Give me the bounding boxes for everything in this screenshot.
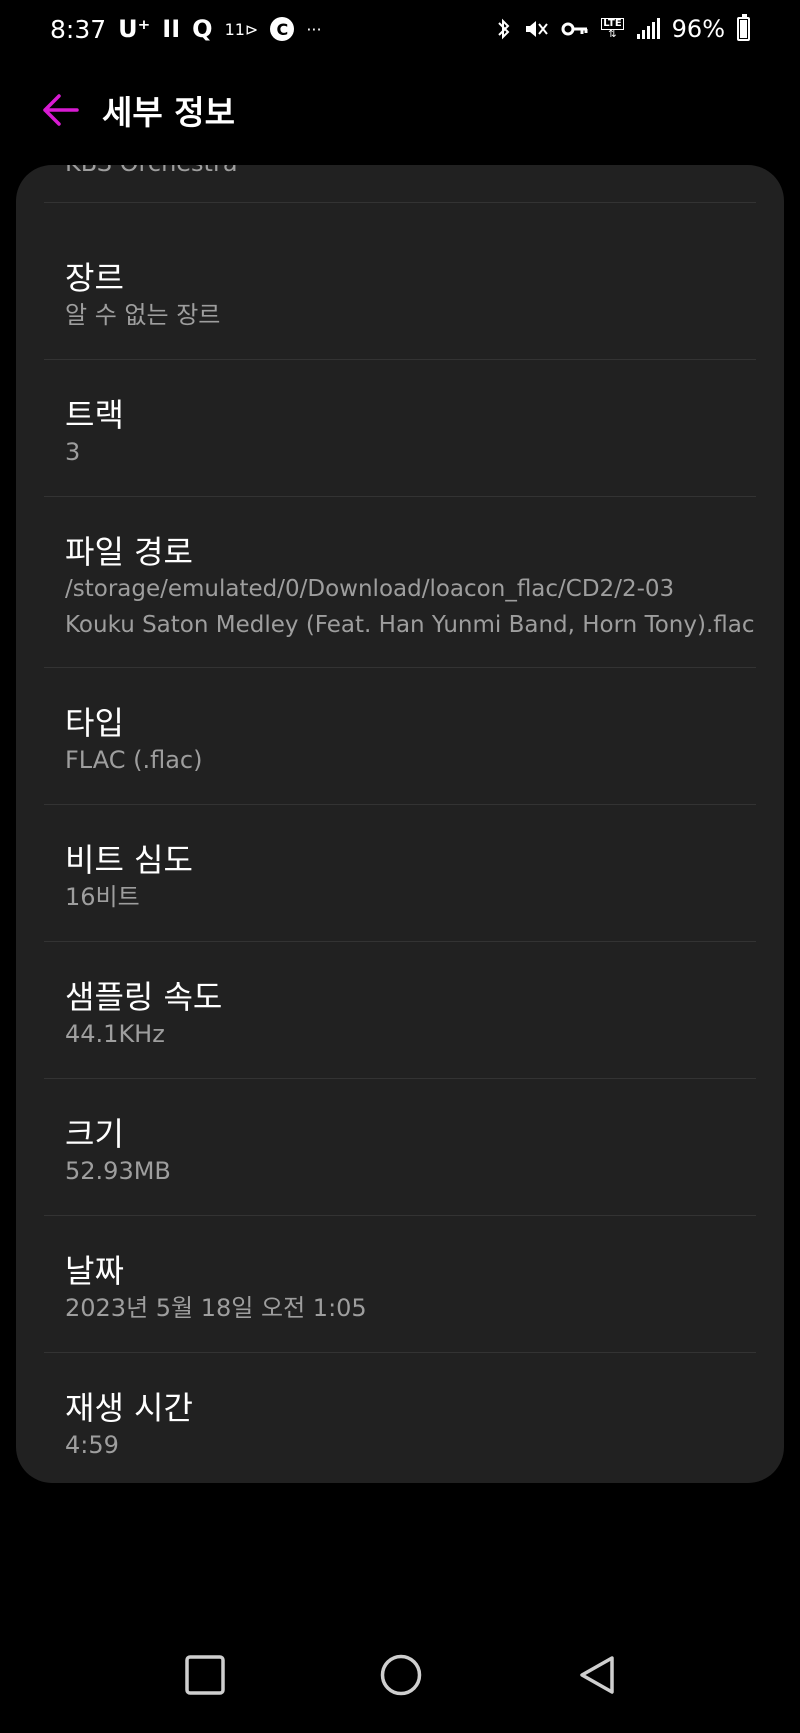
detail-label: 타입 [65,704,124,742]
app-bar: 세부 정보 [0,70,800,150]
c-app-icon: C [270,17,295,41]
mute-icon [526,21,549,37]
page-title: 세부 정보 [102,93,235,132]
detail-label: 재생 시간 [65,1389,193,1427]
status-bar: 8:37 U⁺ II Q 11⊳ C ··· LTE ⇅ 96% [0,0,800,58]
detail-item-artist: KBS Orchestra [44,165,756,203]
status-bar-left: 8:37 U⁺ II Q 11⊳ C ··· [50,15,322,44]
lte-arrows: ⇅ [608,29,617,40]
battery-icon [737,14,750,41]
signal-icon [636,18,660,39]
detail-item-sample-rate: 샘플링 속도 44.1KHz [44,942,756,1079]
back-button[interactable] [30,80,90,140]
carrier-icon: U⁺ [118,15,151,43]
detail-value: 16비트 [65,883,140,911]
detail-value-artist: KBS Orchestra [65,165,238,181]
detail-item-file-path: 파일 경로 /storage/emulated/0/Download/loaco… [44,497,756,668]
nav-back-button[interactable] [562,1640,632,1710]
home-button[interactable] [366,1640,436,1710]
c-app-label: C [276,19,289,39]
back-triangle-icon [580,1656,614,1694]
detail-label: 샘플링 속도 [65,978,223,1016]
detail-label: 파일 경로 [65,533,193,571]
vpn-key-icon [561,22,588,36]
detail-label: 트랙 [65,396,124,434]
recents-square-icon [185,1655,225,1695]
detail-item-bit-depth: 비트 심도 16비트 [44,805,756,942]
pause-icon: II [162,15,181,43]
detail-label: 비트 심도 [65,841,193,879]
detail-value: FLAC (.flac) [65,746,203,774]
bluetooth-icon [498,18,510,40]
detail-label: 장르 [65,259,124,297]
detail-item-duration: 재생 시간 4:59 [44,1353,756,1483]
back-arrow-icon [43,94,79,126]
detail-item-genre: 장르 알 수 없는 장르 [44,223,756,360]
recents-button[interactable] [170,1640,240,1710]
detail-label: 크기 [65,1115,124,1153]
navigation-bar [0,1640,800,1733]
detail-value-line1: /storage/emulated/0/Download/loacon_flac… [65,576,675,602]
eleven-st-icon: 11⊳ [224,19,259,39]
clock: 8:37 [50,14,107,44]
home-circle-icon [380,1654,422,1696]
detail-value: 알 수 없는 장르 [65,301,221,329]
detail-value: 4:59 [65,1431,119,1459]
detail-value: 52.93MB [65,1157,171,1185]
more-notifications-icon: ··· [306,19,322,39]
details-card[interactable]: KBS Orchestra 장르 알 수 없는 장르 트랙 3 파일 경로 /s… [16,165,784,1483]
detail-value: 44.1KHz [65,1020,165,1048]
detail-item-type: 타입 FLAC (.flac) [44,668,756,805]
status-bar-right: LTE ⇅ 96% [497,14,750,43]
detail-item-track: 트랙 3 [44,360,756,497]
detail-label: 날짜 [65,1252,124,1290]
detail-value: 2023년 5월 18일 오전 1:05 [65,1294,367,1322]
q-app-icon: Q [192,15,213,43]
detail-value: 3 [65,438,81,466]
detail-item-date: 날짜 2023년 5월 18일 오전 1:05 [44,1216,756,1353]
detail-item-size: 크기 52.93MB [44,1079,756,1216]
lte-icon: LTE ⇅ [601,18,624,40]
battery-percent: 96% [671,15,725,43]
detail-value-line2: Kouku Saton Medley (Feat. Han Yunmi Band… [65,612,755,638]
